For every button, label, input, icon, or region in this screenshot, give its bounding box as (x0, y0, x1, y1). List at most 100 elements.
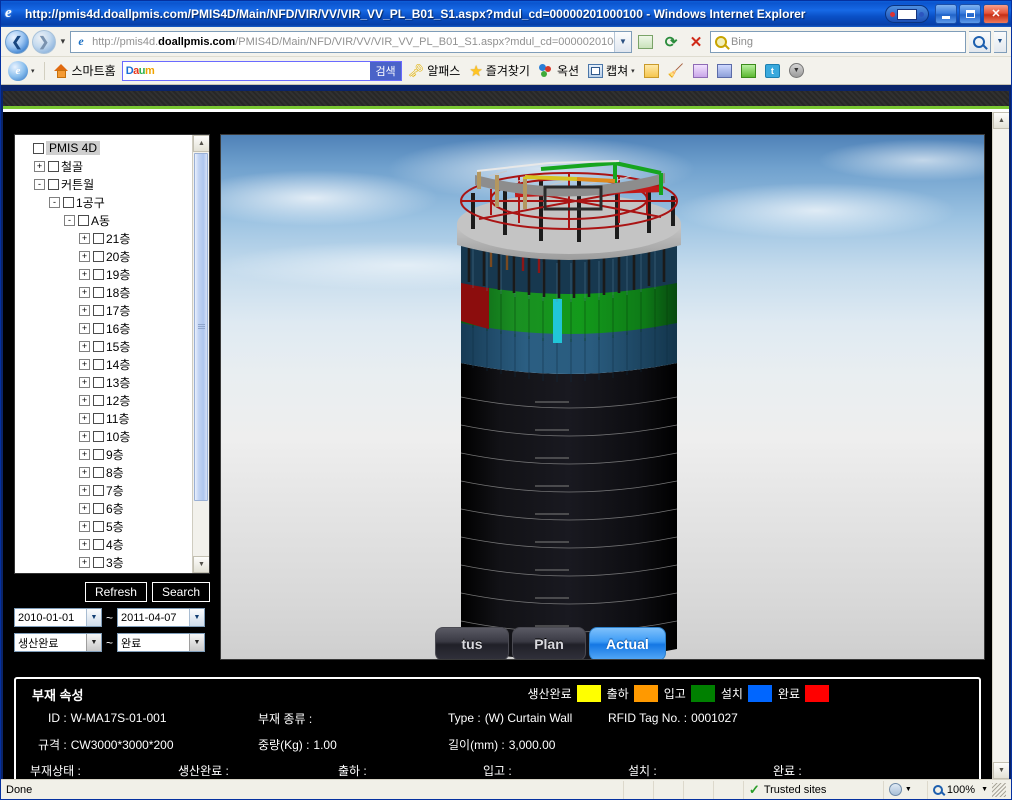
tree-scroll-thumb[interactable] (194, 153, 208, 501)
tree-root-node[interactable]: PMIS 4D (19, 139, 192, 157)
tree-node[interactable]: +21층 (19, 229, 192, 247)
search-provider-dropdown[interactable]: ▼ (993, 30, 1007, 53)
tree-checkbox[interactable] (93, 538, 104, 550)
tree-scroll-down-button[interactable]: ▼ (193, 556, 209, 573)
auction-button[interactable]: 옥션 (536, 61, 582, 80)
tree-checkbox[interactable] (93, 250, 104, 262)
tree-checkbox[interactable] (93, 286, 104, 298)
tree-node[interactable]: +19층 (19, 265, 192, 283)
tree-node[interactable]: +18층 (19, 283, 192, 301)
note-button[interactable] (641, 63, 662, 79)
refresh-icon[interactable]: ⟳ (660, 31, 682, 53)
more-button[interactable]: ▼ (786, 62, 807, 79)
favorites-button[interactable]: ★ 즐겨찾기 (466, 61, 533, 81)
tree-checkbox[interactable] (78, 214, 89, 226)
tree-checkbox[interactable] (48, 160, 59, 172)
tree-node[interactable]: +5층 (19, 517, 192, 535)
tree-node[interactable]: +20층 (19, 247, 192, 265)
tree-checkbox[interactable] (93, 520, 104, 532)
tree-expand-icon[interactable]: + (79, 556, 90, 568)
tree-node[interactable]: +7층 (19, 481, 192, 499)
3d-model-viewport[interactable]: tus Plan Actual (220, 134, 985, 660)
refresh-button[interactable]: Refresh (84, 582, 147, 602)
tree-checkbox[interactable] (48, 178, 59, 190)
export-button[interactable] (738, 63, 759, 79)
tree-node[interactable]: +6층 (19, 499, 192, 517)
address-dropdown-icon[interactable]: ▼ (613, 31, 631, 52)
recent-pages-icon[interactable]: ▾ (59, 36, 68, 47)
tree-checkbox[interactable] (93, 340, 104, 352)
page-scrollbar[interactable]: ▲ ▼ (992, 112, 1009, 779)
tree-checkbox[interactable] (33, 142, 44, 154)
tree-checkbox[interactable] (93, 376, 104, 388)
tree-node[interactable]: +16층 (19, 319, 192, 337)
tree-checkbox[interactable] (93, 394, 104, 406)
cleaner-button[interactable]: 🧹 (665, 62, 687, 80)
tree-checkbox[interactable] (93, 502, 104, 514)
date-from-select[interactable]: 2010-01-01 ▼ (14, 608, 102, 627)
smart-home-button[interactable]: 스마트홈 (51, 61, 119, 80)
capture-button[interactable]: 캡쳐 ▾ (585, 61, 638, 80)
minimize-button[interactable] (935, 4, 957, 24)
tree-node[interactable]: - 1공구 (19, 193, 192, 211)
tree-expand-icon[interactable]: + (79, 250, 90, 262)
tree-node[interactable]: +17층 (19, 301, 192, 319)
tree-expand-icon[interactable]: + (79, 358, 90, 370)
tree-expand-icon[interactable]: + (79, 412, 90, 424)
tree-checkbox[interactable] (93, 556, 104, 568)
tree-expand-icon[interactable]: + (79, 430, 90, 442)
tree-scroll-up-button[interactable]: ▲ (193, 135, 209, 152)
tree-expand-icon[interactable]: + (79, 448, 90, 460)
tree-checkbox[interactable] (93, 358, 104, 370)
save-button[interactable] (714, 63, 735, 79)
tree-node[interactable]: +3층 (19, 553, 192, 571)
alpass-button[interactable]: 🗝 알패스 (405, 61, 464, 80)
maximize-button[interactable] (959, 4, 981, 24)
tree-checkbox[interactable] (93, 412, 104, 424)
tree-expand-icon[interactable]: + (79, 304, 90, 316)
status-to-select[interactable]: 완료 ▼ (117, 633, 206, 652)
tree-node[interactable]: +4층 (19, 535, 192, 553)
tree-expand-icon[interactable]: + (79, 484, 90, 496)
tree-checkbox[interactable] (93, 232, 104, 244)
tree-expand-icon[interactable]: + (79, 268, 90, 280)
zoom-control[interactable]: 100% ▼ (928, 781, 1011, 799)
security-zone[interactable]: ✓ Trusted sites (744, 780, 884, 799)
search-input[interactable]: Bing (709, 30, 966, 53)
resize-grip-icon[interactable] (992, 782, 1006, 797)
tree-expand-icon[interactable]: + (79, 394, 90, 406)
status-from-select[interactable]: 생산완료 ▼ (14, 633, 102, 652)
ie-button[interactable]: e ▾ (5, 60, 38, 82)
tree-node[interactable]: +13층 (19, 373, 192, 391)
tree-expand-icon[interactable]: + (79, 286, 90, 298)
forward-button[interactable]: ❯ (31, 29, 56, 54)
tree-checkbox[interactable] (93, 268, 104, 280)
tree-expand-icon[interactable]: + (79, 376, 90, 388)
tree-node[interactable]: +11층 (19, 409, 192, 427)
tree-node[interactable]: +15층 (19, 337, 192, 355)
stop-icon[interactable]: ✕ (685, 31, 707, 53)
tree-checkbox[interactable] (93, 448, 104, 460)
tree-collapse-icon[interactable]: - (49, 196, 60, 208)
address-bar[interactable]: e http://pmis4d.doallpmis.com/PMIS4D/Mai… (70, 30, 632, 53)
tab-plan[interactable]: Plan (512, 627, 586, 659)
tree-expand-icon[interactable]: + (79, 466, 90, 478)
tab-actual[interactable]: Actual (589, 627, 666, 659)
tree-expand-icon[interactable]: + (79, 538, 90, 550)
tree-node[interactable]: +12층 (19, 391, 192, 409)
tree-expand-icon[interactable]: + (79, 322, 90, 334)
tree-node[interactable]: +10층 (19, 427, 192, 445)
date-to-select[interactable]: 2011-04-07 ▼ (117, 608, 206, 627)
tree-checkbox[interactable] (93, 466, 104, 478)
protected-mode-button[interactable]: ▼ (884, 780, 928, 799)
tree-node[interactable]: - A동 (19, 211, 192, 229)
tree-expand-icon[interactable]: + (79, 502, 90, 514)
close-button[interactable]: ✕ (983, 4, 1009, 24)
messenger-icon[interactable] (885, 5, 929, 23)
bookmark-button[interactable] (690, 63, 711, 79)
tree-collapse-icon[interactable]: - (64, 214, 75, 226)
tree-scrollbar[interactable]: ▲ ▼ (192, 135, 209, 573)
search-button[interactable]: Search (151, 582, 210, 602)
back-button[interactable]: ❮ (5, 29, 29, 54)
compatibility-view-icon[interactable] (635, 31, 657, 53)
